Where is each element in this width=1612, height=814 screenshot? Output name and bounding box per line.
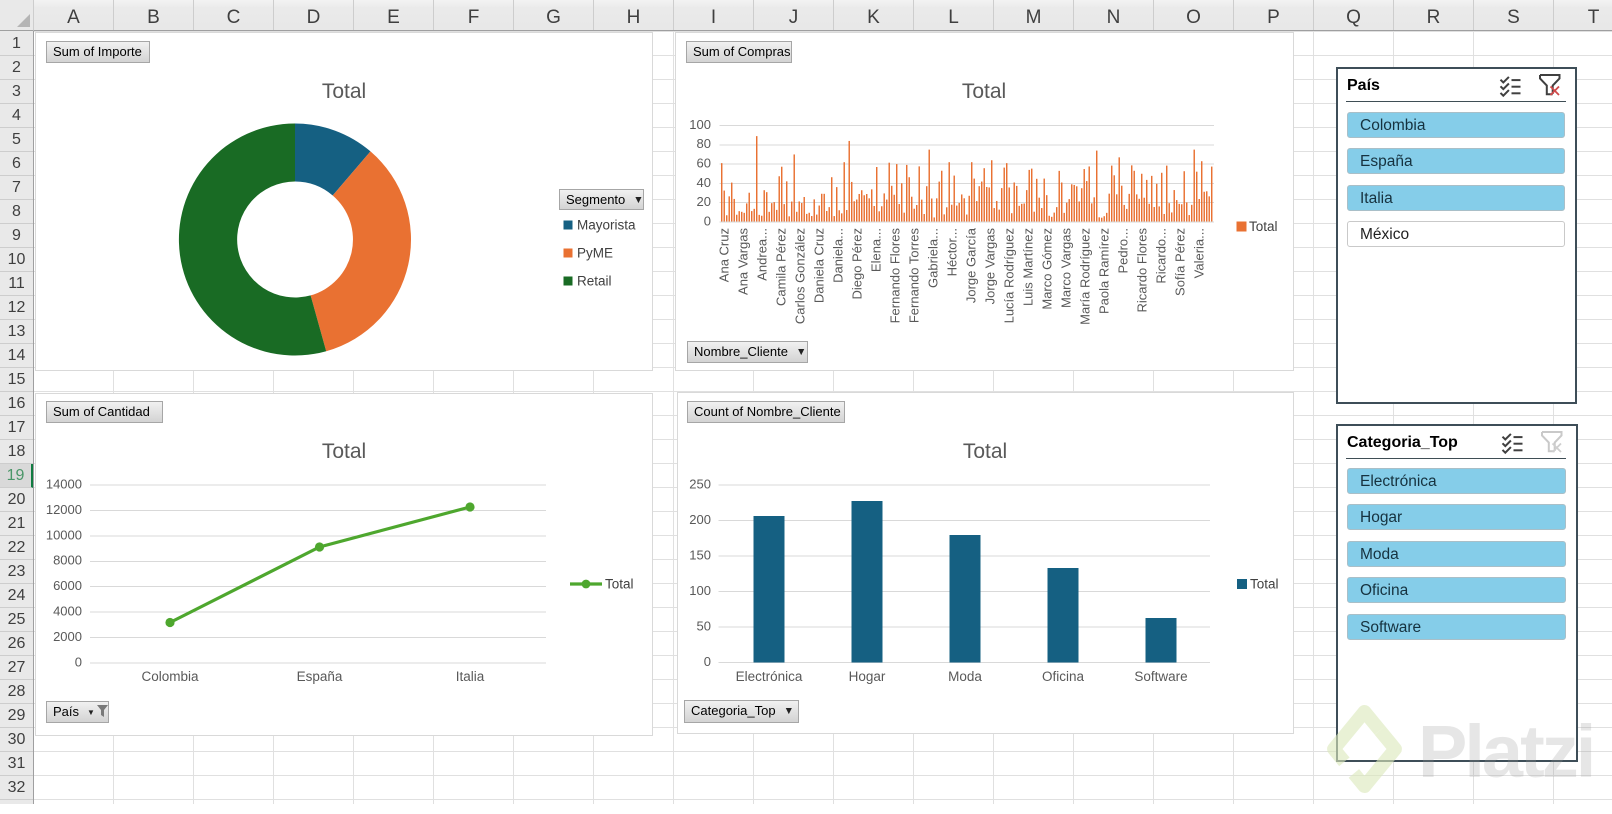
svg-text:100: 100 [689, 583, 711, 598]
svg-text:Italia: Italia [456, 669, 485, 684]
svg-text:Sofía Pérez: Sofía Pérez [1172, 228, 1187, 296]
svg-text:Total: Total [605, 577, 634, 592]
svg-text:20: 20 [697, 194, 711, 209]
svg-text:Moda: Moda [948, 669, 982, 684]
svg-text:Ana Cruz: Ana Cruz [716, 228, 731, 282]
svg-text:Jorge García: Jorge García [963, 227, 978, 303]
svg-text:Total: Total [962, 80, 1006, 103]
svg-text:Camila Pérez: Camila Pérez [773, 228, 788, 306]
svg-text:Ricardo...: Ricardo... [1153, 228, 1168, 284]
svg-text:Luis Martínez: Luis Martínez [1020, 228, 1035, 306]
svg-text:50: 50 [697, 618, 711, 633]
svg-text:100: 100 [689, 117, 711, 132]
svg-text:Total: Total [963, 440, 1007, 463]
svg-text:Jorge Vargas: Jorge Vargas [982, 228, 997, 305]
svg-text:Electrónica: Electrónica [736, 669, 803, 684]
svg-text:0: 0 [704, 213, 711, 228]
svg-text:Oficina: Oficina [1042, 669, 1085, 684]
svg-text:12000: 12000 [46, 502, 82, 517]
svg-text:Fernando Torres: Fernando Torres [906, 228, 921, 324]
svg-text:Total: Total [1250, 577, 1279, 592]
svg-text:Daniela Cruz: Daniela Cruz [811, 228, 826, 303]
svg-text:Héctor...: Héctor... [944, 228, 959, 276]
svg-text:150: 150 [689, 547, 711, 562]
svg-text:Hogar: Hogar [849, 669, 886, 684]
svg-text:Valeria...: Valeria... [1191, 228, 1206, 278]
svg-text:Paola Ramírez: Paola Ramírez [1096, 228, 1111, 314]
svg-text:Diego Pérez: Diego Pérez [849, 228, 864, 300]
svg-text:Ana Vargas: Ana Vargas [735, 228, 750, 295]
svg-text:Marco Vargas: Marco Vargas [1058, 228, 1073, 308]
svg-text:Software: Software [1134, 669, 1187, 684]
svg-text:Marco Gómez: Marco Gómez [1039, 228, 1054, 310]
svg-text:60: 60 [697, 156, 711, 171]
svg-text:2000: 2000 [53, 629, 82, 644]
svg-text:10000: 10000 [46, 527, 82, 542]
svg-text:Pedro...: Pedro... [1115, 228, 1130, 274]
svg-text:Gabriela...: Gabriela... [925, 228, 940, 288]
svg-text:Total: Total [322, 440, 366, 463]
svg-text:Colombia: Colombia [141, 669, 199, 684]
svg-text:0: 0 [75, 654, 82, 669]
svg-text:0: 0 [704, 654, 711, 669]
svg-text:Elena...: Elena... [868, 228, 883, 272]
svg-text:Fernando Flores: Fernando Flores [887, 228, 902, 324]
svg-text:Andrea...: Andrea... [754, 228, 769, 281]
svg-text:Total: Total [1249, 219, 1278, 234]
svg-text:6000: 6000 [53, 578, 82, 593]
svg-text:250: 250 [689, 476, 711, 491]
svg-text:Retail: Retail [577, 274, 612, 289]
svg-text:España: España [297, 669, 343, 684]
svg-text:Total: Total [322, 80, 366, 103]
svg-text:4000: 4000 [53, 604, 82, 619]
svg-text:8000: 8000 [53, 553, 82, 568]
svg-text:14000: 14000 [46, 476, 82, 491]
svg-text:Carlos González: Carlos González [792, 228, 807, 324]
svg-text:Mayorista: Mayorista [577, 218, 636, 233]
svg-text:Ricardo Flores: Ricardo Flores [1134, 228, 1149, 313]
svg-text:200: 200 [689, 512, 711, 527]
svg-text:Lucía Rodríguez: Lucía Rodríguez [1001, 228, 1016, 323]
svg-text:María Rodríguez: María Rodríguez [1077, 228, 1092, 325]
svg-text:40: 40 [697, 175, 711, 190]
svg-text:80: 80 [697, 136, 711, 151]
svg-text:Daniela...: Daniela... [830, 228, 845, 283]
svg-text:PyME: PyME [577, 246, 613, 261]
